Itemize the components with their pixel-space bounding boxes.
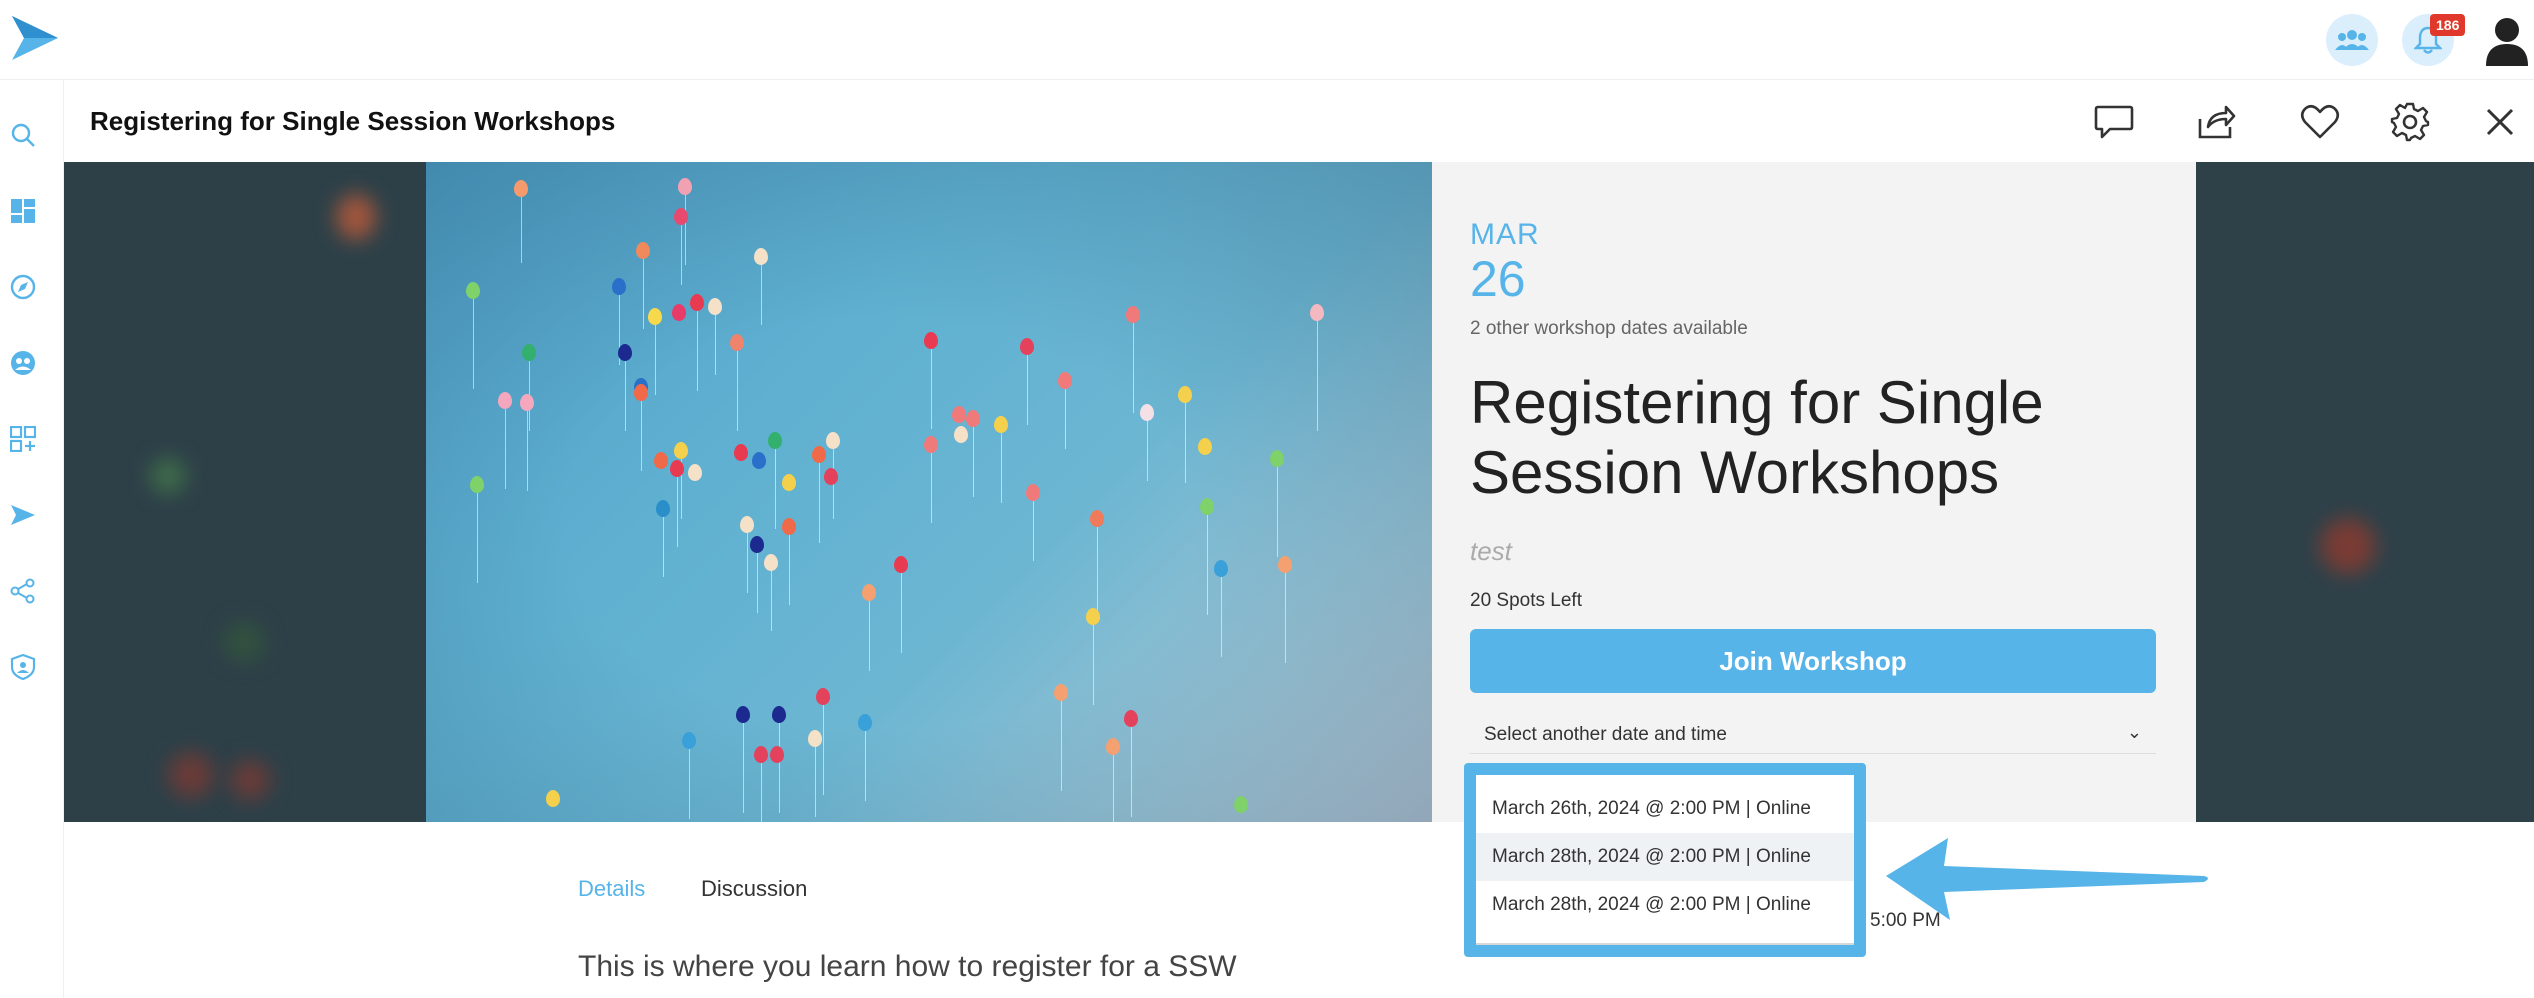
panel-header: Registering for Single Session Workshops [64,80,2534,162]
heart-icon [2300,104,2340,139]
user-avatar-icon[interactable] [2484,16,2530,68]
tab-discussion[interactable]: Discussion [701,876,807,902]
comment-button[interactable] [2092,100,2136,144]
event-hero: MAR 26 2 other workshop dates available … [64,162,2534,822]
event-day: 26 [1470,251,1526,307]
comment-icon [2094,105,2134,139]
spots-left: 20 Spots Left [1470,590,1582,611]
event-description: test [1470,536,1512,566]
hero-backdrop-left [64,162,426,822]
send-icon [11,505,35,525]
date-time-select-label: Select another date and time [1484,724,1727,745]
settings-button[interactable] [2388,100,2432,144]
search-nav-button[interactable] [8,120,38,150]
dashboard-icon [11,199,35,223]
notification-count-badge: 186 [2430,14,2466,36]
date-options-dropdown: March 26th, 2024 @ 2:00 PM | Online Marc… [1476,775,1854,945]
panel-title: Registering for Single Session Workshops [90,106,616,136]
compass-icon [10,274,36,300]
share-button[interactable] [2194,100,2238,144]
date-options-highlight: March 26th, 2024 @ 2:00 PM | Online Marc… [1464,763,1866,957]
left-sidebar [0,80,64,998]
gear-icon [2390,102,2430,142]
app-logo-icon[interactable] [8,12,60,64]
event-info-card: MAR 26 2 other workshop dates available … [1432,162,2196,822]
search-icon [11,123,35,147]
join-workshop-button[interactable]: Join Workshop [1470,629,2156,693]
share-nav-button[interactable] [8,576,38,606]
shield-user-icon [10,654,36,680]
favorite-button[interactable] [2298,100,2342,144]
chevron-down-icon: ⌄ [2126,722,2142,742]
close-button[interactable] [2478,100,2522,144]
top-bar: 186 [0,0,2534,80]
hero-backdrop-right [2196,162,2534,822]
date-time-select[interactable]: Select another date and time ⌄ [1470,714,2156,754]
community-icon [11,351,35,375]
event-cover-image [426,162,1432,822]
other-dates-note: 2 other workshop dates available [1470,318,1748,339]
date-option[interactable]: March 28th, 2024 @ 2:00 PM | Online [1476,833,1854,881]
dashboard-nav-button[interactable] [8,196,38,226]
apps-add-icon [10,426,36,452]
event-month: MAR [1470,218,1540,251]
event-title: Registering for Single Session Workshops [1470,369,2044,506]
admin-nav-button[interactable] [8,652,38,682]
share-network-icon [10,578,35,604]
details-lead-text: This is where you learn how to register … [578,950,1237,983]
send-nav-button[interactable] [8,500,38,530]
share-icon [2198,105,2236,139]
annotation-arrow-icon [1886,838,2208,920]
close-icon [2486,108,2514,136]
apps-nav-button[interactable] [8,424,38,454]
tab-details[interactable]: Details [578,876,645,902]
date-option[interactable]: March 26th, 2024 @ 2:00 PM | Online [1476,785,1854,833]
explore-nav-button[interactable] [8,272,38,302]
date-option[interactable]: March 28th, 2024 @ 2:00 PM | Online [1476,881,1854,929]
team-button[interactable] [2326,14,2378,66]
community-nav-button[interactable] [8,348,38,378]
team-icon [2335,30,2369,50]
